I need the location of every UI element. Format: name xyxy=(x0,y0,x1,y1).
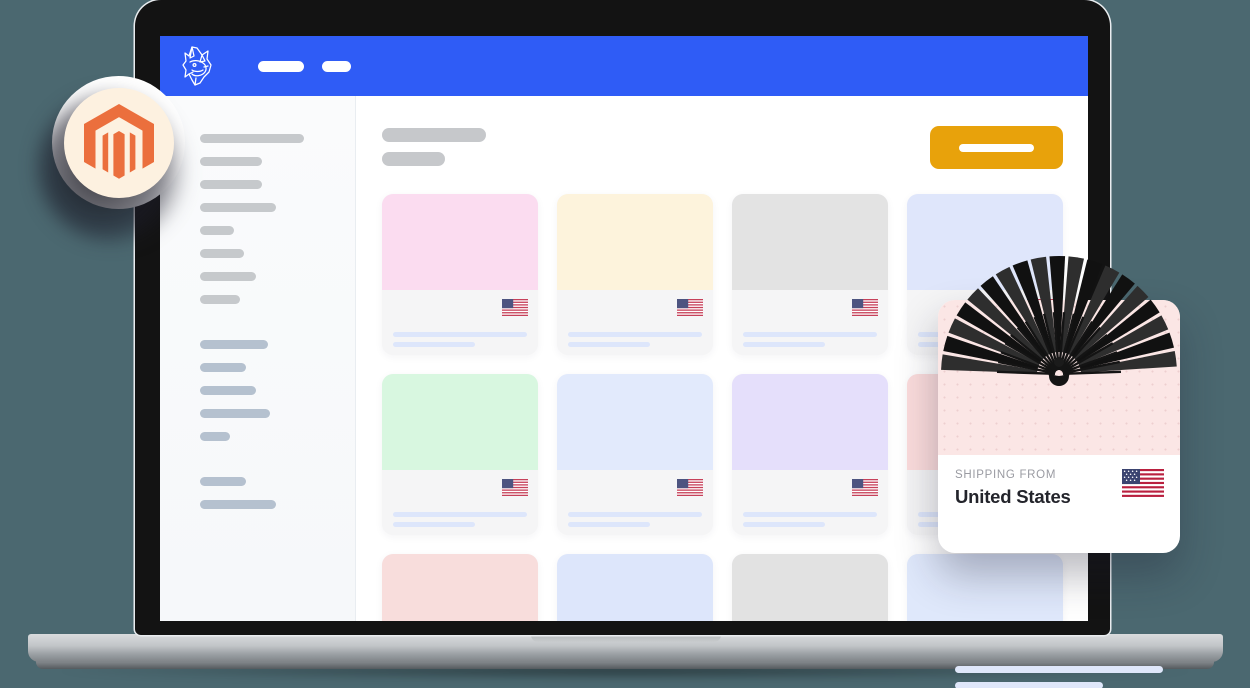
product-meta-placeholder xyxy=(568,342,650,347)
product-card-footer xyxy=(732,470,888,535)
sidebar-item-12[interactable] xyxy=(200,409,270,418)
product-card-footer xyxy=(557,470,713,535)
folding-fan-icon xyxy=(941,256,1177,386)
product-card-footer xyxy=(382,470,538,535)
product-card[interactable] xyxy=(732,374,888,535)
product-card[interactable] xyxy=(382,554,538,621)
product-card[interactable] xyxy=(557,194,713,355)
magento-logo-icon xyxy=(83,103,154,179)
product-image xyxy=(557,554,713,621)
product-card[interactable] xyxy=(907,554,1063,621)
us-flag-icon xyxy=(1122,469,1164,497)
magento-badge-inner xyxy=(63,87,174,198)
product-title-placeholder xyxy=(568,332,702,337)
sidebar-item-1[interactable] xyxy=(200,134,304,143)
product-image xyxy=(557,194,713,290)
product-meta-placeholder xyxy=(393,342,475,347)
product-meta-placeholder xyxy=(393,522,475,527)
product-card[interactable] xyxy=(732,194,888,355)
sidebar-item-15[interactable] xyxy=(200,500,276,509)
sidebar-item-11[interactable] xyxy=(200,386,256,395)
sidebar-item-7[interactable] xyxy=(200,272,256,281)
page-title xyxy=(382,128,486,142)
product-image xyxy=(382,554,538,621)
product-card-footer xyxy=(382,290,538,355)
product-image xyxy=(382,374,538,470)
sidebar-item-10[interactable] xyxy=(200,363,246,372)
sidebar-group-3 xyxy=(200,477,355,509)
laptop-base xyxy=(28,634,1223,662)
product-title-placeholder xyxy=(393,332,527,337)
primary-action-button-label xyxy=(959,143,1034,152)
product-card[interactable] xyxy=(382,374,538,535)
shipping-detail-line-2 xyxy=(955,682,1103,688)
us-flag-icon xyxy=(852,299,878,316)
page-subtitle xyxy=(382,152,445,166)
product-title-placeholder xyxy=(568,512,702,517)
topbar-nav-item-2[interactable] xyxy=(322,60,351,72)
sidebar-divider-2 xyxy=(200,455,355,477)
sidebar-group-2 xyxy=(200,340,355,441)
product-card-footer xyxy=(557,290,713,355)
product-card[interactable] xyxy=(557,374,713,535)
product-meta-placeholder xyxy=(743,522,825,527)
sidebar xyxy=(160,96,356,621)
us-flag-icon xyxy=(677,299,703,316)
product-title-placeholder xyxy=(743,332,877,337)
sidebar-divider-1 xyxy=(200,318,355,340)
product-title-placeholder xyxy=(393,512,527,517)
sidebar-item-13[interactable] xyxy=(200,432,230,441)
topbar-nav-item-1[interactable] xyxy=(258,60,304,72)
sidebar-item-8[interactable] xyxy=(200,295,240,304)
us-flag-icon xyxy=(852,479,878,496)
sidebar-item-3[interactable] xyxy=(200,180,262,189)
page-title-block xyxy=(382,126,486,166)
product-image xyxy=(907,554,1063,621)
product-image xyxy=(732,194,888,290)
product-image xyxy=(732,554,888,621)
content-header xyxy=(382,126,1063,169)
product-meta-placeholder xyxy=(743,342,825,347)
product-card-footer xyxy=(732,290,888,355)
sidebar-item-9[interactable] xyxy=(200,340,268,349)
primary-action-button[interactable] xyxy=(930,126,1063,169)
sidebar-group-1 xyxy=(200,134,355,304)
us-flag-icon xyxy=(502,299,528,316)
shipping-origin-card[interactable]: SHIPPING FROM United States xyxy=(938,256,1180,688)
sidebar-item-5[interactable] xyxy=(200,226,234,235)
sidebar-item-4[interactable] xyxy=(200,203,276,212)
shipping-card-info: SHIPPING FROM United States xyxy=(938,455,1180,688)
sidebar-item-6[interactable] xyxy=(200,249,244,258)
magento-platform-badge xyxy=(52,76,185,209)
product-image xyxy=(382,194,538,290)
sidebar-item-14[interactable] xyxy=(200,477,246,486)
shipping-detail-line-1 xyxy=(955,666,1163,673)
product-title-placeholder xyxy=(743,512,877,517)
product-card[interactable] xyxy=(732,554,888,621)
product-image xyxy=(732,374,888,470)
product-card[interactable] xyxy=(557,554,713,621)
scene: SHIPPING FROM United States xyxy=(0,0,1250,688)
product-image xyxy=(557,374,713,470)
shipping-card-image xyxy=(938,256,1180,455)
us-flag-icon xyxy=(677,479,703,496)
product-card[interactable] xyxy=(382,194,538,355)
sidebar-item-2[interactable] xyxy=(200,157,262,166)
app-topbar xyxy=(160,36,1088,96)
us-flag-icon xyxy=(502,479,528,496)
product-meta-placeholder xyxy=(568,522,650,527)
dog-head-logo-icon[interactable] xyxy=(180,44,214,88)
